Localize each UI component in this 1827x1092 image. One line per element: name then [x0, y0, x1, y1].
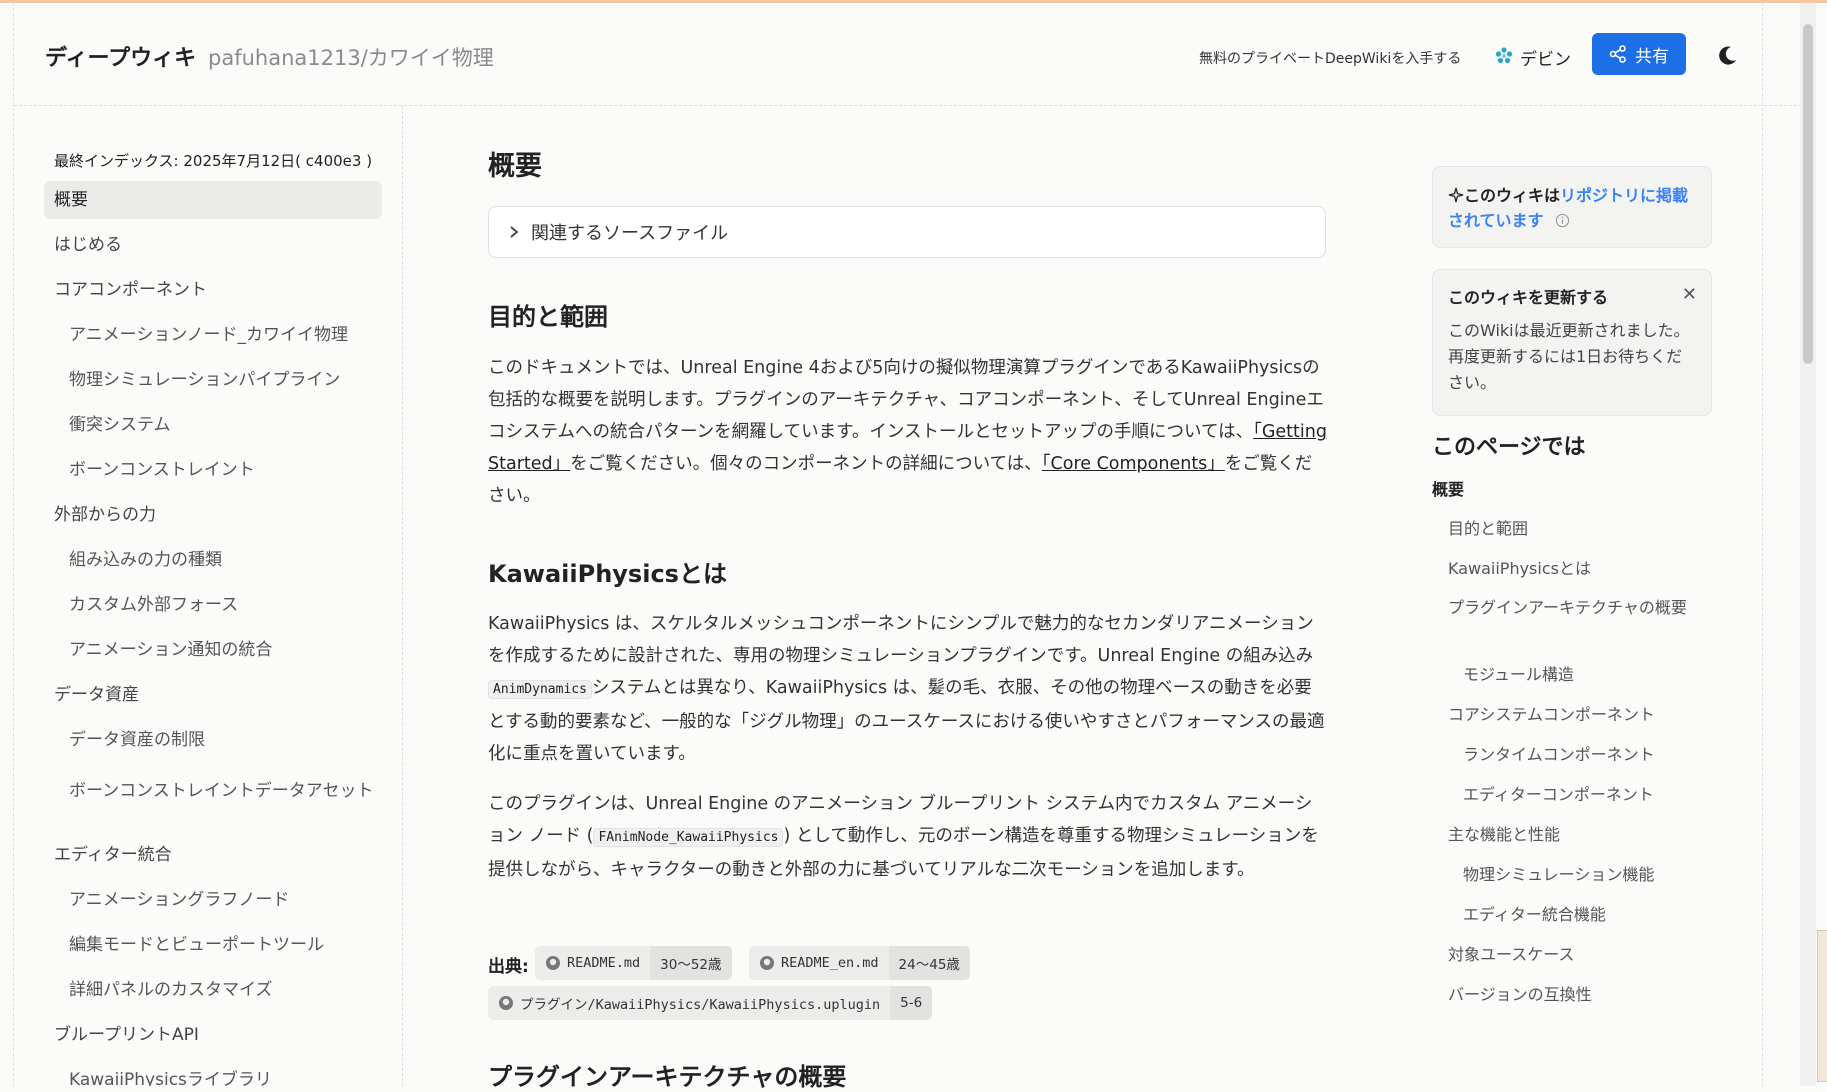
share-icon	[1609, 45, 1626, 63]
last-indexed-label: 最終インデックス: 2025年7月12日( c400e3 )	[54, 152, 373, 170]
toc-item-what-is[interactable]: KawaiiPhysicsとは	[1448, 557, 1698, 581]
toc-item-overview[interactable]: 概要	[1432, 478, 1712, 502]
toc-item-editor-components[interactable]: エディターコンポーネント	[1463, 783, 1743, 807]
sidebar-item-builtin-forces[interactable]: 組み込みの力の種類	[59, 541, 397, 579]
sidebar-item-editor-integration[interactable]: エディター統合	[44, 836, 382, 874]
section-heading-what-is: KawaiiPhysicsとは	[488, 560, 727, 588]
sidebar-item-physics-pipeline[interactable]: 物理シミュレーションパイプライン	[59, 361, 397, 399]
sidebar-item-bone-constraint-data-asset[interactable]: ボーンコンストレイントデータアセット	[59, 774, 389, 808]
sidebar-item-anim-node[interactable]: アニメーションノード_カワイイ物理	[59, 316, 397, 354]
section-heading-architecture: プラグインアーキテクチャの概要	[488, 1063, 847, 1091]
share-button[interactable]: 共有	[1592, 33, 1686, 75]
toc-item-compatibility[interactable]: バージョンの互換性	[1448, 983, 1698, 1007]
sidebar-item-blueprint-api[interactable]: ブループリントAPI	[44, 1016, 382, 1054]
repo-wiki-badge: このウィキはリポジトリに掲載されています	[1432, 166, 1712, 248]
sidebar-item-collision-system[interactable]: 衝突システム	[59, 406, 397, 444]
sidebar-item-external-forces[interactable]: 外部からの力	[44, 496, 382, 534]
toc-item-use-cases[interactable]: 対象ユースケース	[1448, 943, 1698, 967]
sidebar-item-data-assets[interactable]: データ資産	[44, 676, 382, 714]
what-is-paragraph: KawaiiPhysics は、スケルタルメッシュコンポーネントにシンプルで魅力…	[488, 614, 1325, 764]
refresh-wiki-card: このウィキを更新する ✕ このWikiは最近更新されました。再度更新するには1日…	[1432, 269, 1712, 416]
sidebar-item-core-components[interactable]: コアコンポーネント	[44, 271, 382, 309]
sidebar-item-custom-forces[interactable]: カスタム外部フォース	[59, 586, 397, 624]
edge-panel-tab[interactable]	[1817, 930, 1827, 1082]
toc-item-features[interactable]: 主な機能と性能	[1448, 823, 1698, 847]
source-chip-readme-en[interactable]: README_en.md 24〜45歳	[749, 946, 970, 980]
brand-logo-text[interactable]: ディープウィキ	[45, 40, 196, 72]
purpose-paragraph: このドキュメントでは、Unreal Engine 4および5向けの擬似物理演算プ…	[488, 358, 1327, 506]
sidebar-item-getting-started[interactable]: はじめる	[44, 226, 382, 264]
github-icon	[499, 996, 513, 1010]
inline-code-animdynamics: AnimDynamics	[488, 680, 592, 699]
share-button-label: 共有	[1635, 46, 1669, 67]
private-deepwiki-link[interactable]: 無料のプライベートDeepWikiを入手する	[1199, 48, 1461, 68]
sidebar-item-overview[interactable]: 概要	[44, 181, 382, 219]
refresh-wiki-text: このWikiは最近更新されました。再度更新するには1日お待ちください。	[1448, 321, 1690, 392]
toc-item-runtime[interactable]: ランタイムコンポーネント	[1463, 743, 1743, 767]
sidebar-item-edit-mode[interactable]: 編集モードとビューポートツール	[59, 926, 397, 964]
plugin-node-paragraph: このプラグインは、Unreal Engine のアニメーション ブループリント …	[488, 794, 1319, 880]
toc-item-core-system[interactable]: コアシステムコンポーネント	[1448, 703, 1698, 727]
sources-label: 出典:	[488, 957, 529, 977]
devin-link[interactable]: デビン	[1520, 45, 1571, 70]
page-title: 概要	[488, 151, 542, 182]
core-components-link[interactable]: 「Core Components」	[1042, 454, 1225, 474]
chevron-right-icon	[510, 226, 519, 238]
refresh-wiki-title: このウィキを更新する	[1448, 288, 1609, 307]
toc-item-editor-features[interactable]: エディター統合機能	[1463, 903, 1743, 927]
sidebar-item-kawaii-library[interactable]: KawaiiPhysicsライブラリ	[59, 1061, 397, 1086]
github-icon	[760, 956, 774, 970]
toc-title: このページでは	[1432, 435, 1586, 460]
related-source-files-toggle[interactable]: 関連するソースファイル	[488, 206, 1326, 258]
sidebar-nav: 最終インデックス: 2025年7月12日( c400e3 ) 概要 はじめる コ…	[14, 106, 403, 1086]
inline-code-fanimnode: FAnimNode_KawaiiPhysics	[593, 828, 784, 847]
devin-logo-icon[interactable]	[1495, 47, 1513, 65]
toc-item-module-structure[interactable]: モジュール構造	[1463, 663, 1743, 687]
section-heading-purpose: 目的と範囲	[488, 303, 608, 331]
sidebar-item-details-panel[interactable]: 詳細パネルのカスタマイズ	[59, 971, 397, 1009]
close-icon[interactable]: ✕	[1682, 284, 1697, 305]
source-chip-readme[interactable]: README.md 30〜52歳	[535, 946, 732, 980]
scrollbar-thumb[interactable]	[1803, 24, 1813, 364]
sidebar-item-anim-notify[interactable]: アニメーション通知の統合	[59, 631, 397, 669]
repo-name[interactable]: pafuhana1213/カワイイ物理	[208, 42, 494, 72]
sparkle-icon	[1448, 187, 1464, 203]
toc-item-physics-features[interactable]: 物理シミュレーション機能	[1463, 863, 1743, 887]
dark-mode-toggle-icon[interactable]	[1716, 45, 1738, 67]
top-header: ディープウィキ pafuhana1213/カワイイ物理 無料のプライベートDee…	[14, 3, 1802, 106]
sidebar-item-anim-graph-node[interactable]: アニメーショングラフノード	[59, 881, 397, 919]
related-source-files-label: 関連するソースファイル	[531, 223, 729, 244]
toc-item-architecture[interactable]: プラグインアーキテクチャの概要	[1448, 596, 1698, 620]
toc-item-purpose[interactable]: 目的と範囲	[1448, 517, 1698, 541]
sidebar-item-bone-constraint[interactable]: ボーンコンストレイント	[59, 451, 397, 489]
sidebar-item-data-asset-limits[interactable]: データ資産の制限	[59, 721, 397, 759]
source-chip-uplugin[interactable]: プラグイン/KawaiiPhysics/KawaiiPhysics.uplugi…	[488, 986, 933, 1020]
frame-divider-right	[1762, 3, 1764, 1086]
github-icon	[546, 956, 560, 970]
info-icon[interactable]	[1555, 213, 1570, 228]
